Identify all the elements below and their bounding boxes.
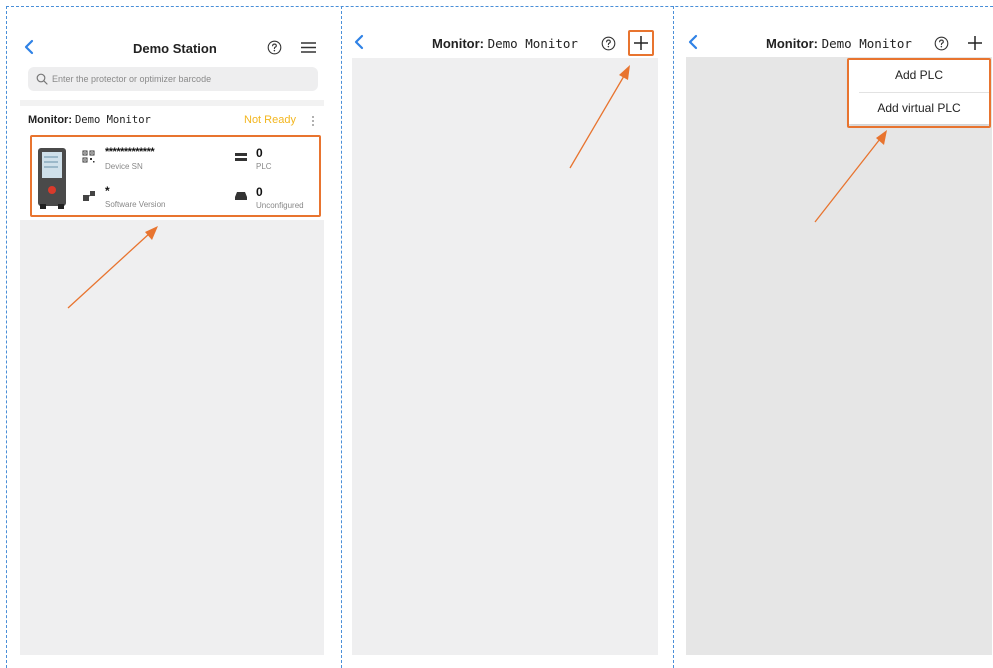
arrow-to-dropdown-menu: [814, 130, 887, 223]
arrowhead: [145, 226, 158, 240]
arrowhead: [619, 65, 630, 80]
annotation-arrows: [67, 65, 887, 309]
arrow-to-device-card: [67, 226, 158, 309]
arrow-to-add-button: [569, 65, 630, 169]
screenshot-stage: Demo Station Enter the protector or opti…: [0, 0, 993, 668]
